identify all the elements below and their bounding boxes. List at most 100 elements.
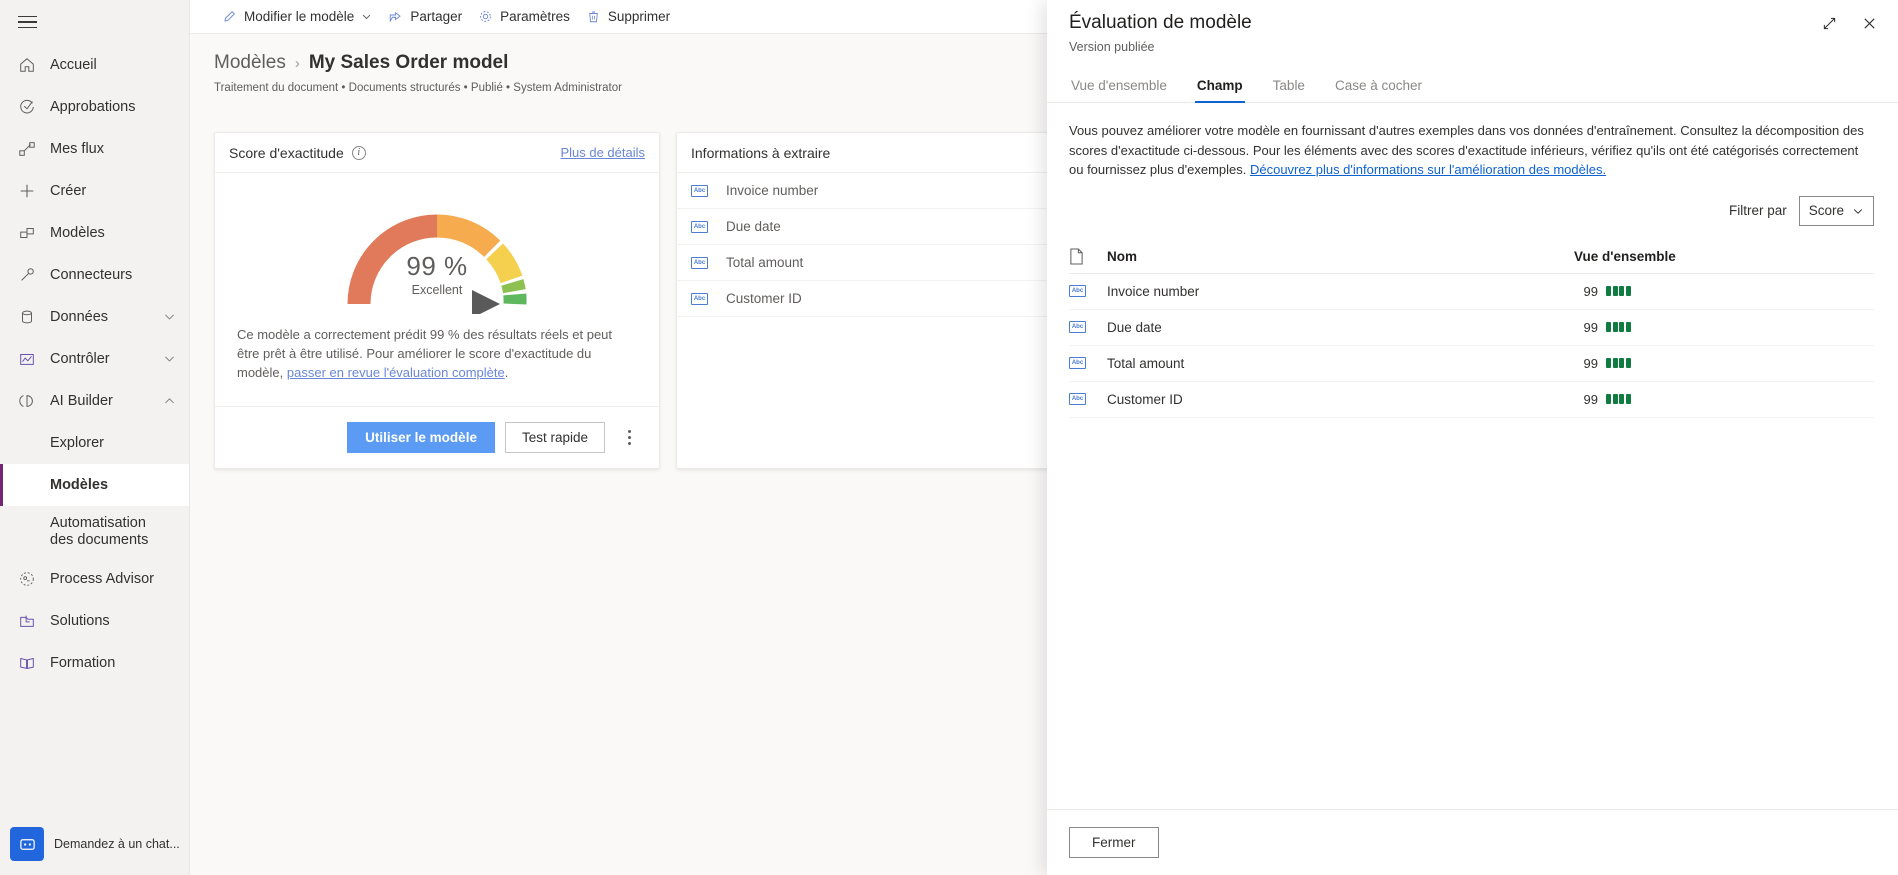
sidebar: Accueil Approbations Mes flux Créer Modè…	[0, 0, 190, 875]
share-icon	[388, 9, 403, 24]
accuracy-gauge: 99 % Excellent	[215, 173, 659, 314]
command-label: Supprimer	[607, 9, 671, 24]
sidebar-item-label: Modèles	[50, 225, 105, 241]
abc-text-field-icon: Abc	[1069, 357, 1107, 369]
extract-field-label: Customer ID	[726, 291, 802, 306]
sidebar-item-label: Créer	[50, 183, 87, 199]
sidebar-item-modeles[interactable]: Modèles	[0, 212, 189, 254]
close-button[interactable]: Fermer	[1069, 827, 1159, 858]
sidebar-item-solutions[interactable]: Solutions	[0, 600, 189, 642]
chevron-down-icon	[361, 11, 372, 22]
sidebar-item-controler[interactable]: Contrôler	[0, 338, 189, 380]
abc-text-field-icon: Abc	[691, 256, 708, 269]
sidebar-item-approbations[interactable]: Approbations	[0, 86, 189, 128]
column-header-overview: Vue d'ensemble	[1574, 248, 1676, 264]
sidebar-item-mes-flux[interactable]: Mes flux	[0, 128, 189, 170]
sidebar-subitem-label: Modèles	[50, 477, 109, 493]
learning-icon	[16, 653, 38, 673]
tab-table[interactable]: Table	[1271, 68, 1307, 102]
document-icon	[1069, 247, 1107, 265]
row-field-name: Invoice number	[1107, 283, 1200, 299]
panel-description: Vous pouvez améliorer votre modèle en fo…	[1047, 103, 1898, 180]
home-icon	[16, 55, 38, 75]
command-partager[interactable]: Partager	[380, 0, 470, 34]
filter-row: Filtrer par Score	[1047, 180, 1898, 226]
command-parametres[interactable]: Paramètres	[470, 0, 578, 34]
close-icon[interactable]	[1854, 8, 1884, 38]
sidebar-subitem-automatisation-des-documents[interactable]: Automatisation des documents	[0, 506, 189, 558]
sidebar-subitem-modeles[interactable]: Modèles	[0, 464, 189, 506]
quick-test-button[interactable]: Test rapide	[504, 422, 605, 453]
filter-selected-value: Score	[1808, 203, 1844, 218]
accuracy-more-details-link[interactable]: Plus de détails	[560, 145, 645, 160]
breadcrumb-separator: ›	[294, 54, 300, 72]
sidebar-item-label: Données	[50, 309, 109, 325]
sidebar-item-formation[interactable]: Formation	[0, 642, 189, 684]
row-score-cell: 99	[1574, 284, 1874, 299]
chevron-down-icon	[163, 352, 177, 366]
sidebar-item-process-advisor[interactable]: Process Advisor	[0, 558, 189, 600]
table-row[interactable]: Abc Customer ID 99	[1069, 382, 1874, 418]
chevron-up-icon	[163, 394, 177, 408]
table-row[interactable]: Abc Total amount 99	[1069, 346, 1874, 382]
monitor-icon	[16, 349, 38, 369]
accuracy-review-link[interactable]: passer en revue l'évaluation complète	[287, 365, 505, 380]
breadcrumb-parent[interactable]: Modèles	[214, 52, 286, 74]
abc-text-field-icon: Abc	[691, 292, 708, 305]
score-bar-indicator	[1606, 358, 1631, 368]
extract-field-label: Invoice number	[726, 183, 819, 198]
sidebar-item-label: Solutions	[50, 613, 110, 629]
gauge-center-value: 99 % Excellent	[215, 251, 659, 297]
table-row[interactable]: Abc Due date 99	[1069, 310, 1874, 346]
tab-label: Table	[1272, 78, 1305, 93]
command-modifier-le-modele[interactable]: Modifier le modèle	[214, 0, 380, 34]
score-bar-indicator	[1606, 286, 1631, 296]
accuracy-score-card: Score d'exactitude i Plus de détails 99 …	[214, 132, 660, 469]
accuracy-card-header: Score d'exactitude i Plus de détails	[215, 133, 659, 173]
data-icon	[16, 307, 38, 327]
abc-text-field-icon: Abc	[1069, 321, 1107, 333]
model-evaluation-panel: Évaluation de modèle Version publiée Vue…	[1047, 0, 1898, 875]
abc-text-field-icon: Abc	[1069, 393, 1107, 405]
solutions-icon	[16, 611, 38, 631]
score-bar-indicator	[1606, 394, 1631, 404]
expand-icon[interactable]	[1814, 8, 1844, 38]
panel-title: Évaluation de modèle	[1069, 12, 1252, 33]
command-label: Paramètres	[500, 9, 570, 24]
abc-text-field-icon: Abc	[691, 184, 708, 197]
chatbot-launcher[interactable]: Demandez à un chat...	[0, 827, 190, 861]
sidebar-item-creer[interactable]: Créer	[0, 170, 189, 212]
use-model-button[interactable]: Utiliser le modèle	[347, 422, 495, 453]
info-icon[interactable]: i	[351, 145, 366, 160]
abc-text-field-icon: Abc	[691, 220, 708, 233]
pencil-icon	[222, 9, 237, 24]
evaluation-table: Nom Vue d'ensemble Abc Invoice number 99…	[1047, 240, 1898, 418]
process-advisor-icon	[16, 569, 38, 589]
column-header-name: Nom	[1107, 248, 1137, 264]
hamburger-menu-button[interactable]	[0, 0, 189, 44]
row-field-name: Customer ID	[1107, 391, 1183, 407]
sidebar-item-donnees[interactable]: Données	[0, 296, 189, 338]
tab-champ[interactable]: Champ	[1194, 68, 1245, 103]
panel-header-actions	[1814, 8, 1884, 38]
accuracy-card-title: Score d'exactitude	[229, 144, 344, 161]
extract-field-label: Total amount	[726, 255, 804, 270]
chatbot-label: Demandez à un chat...	[54, 837, 180, 851]
command-supprimer[interactable]: Supprimer	[578, 0, 678, 34]
sidebar-item-accueil[interactable]: Accueil	[0, 44, 189, 86]
tab-vue-d-ensemble[interactable]: Vue d'ensemble	[1069, 68, 1169, 102]
tab-case-a-cocher[interactable]: Case à cocher	[1333, 68, 1424, 102]
table-row[interactable]: Abc Invoice number 99	[1069, 274, 1874, 310]
row-score-value: 99	[1583, 283, 1598, 299]
gauge-quality-label: Excellent	[411, 283, 463, 297]
row-score-cell: 99	[1574, 392, 1874, 407]
sidebar-subitem-label: Automatisation des documents	[50, 515, 149, 548]
panel-learn-more-link[interactable]: Découvrez plus d'informations sur l'amél…	[1250, 162, 1606, 177]
sidebar-item-label: Accueil	[50, 57, 97, 73]
row-score-value: 99	[1583, 319, 1598, 335]
filter-select[interactable]: Score	[1798, 195, 1874, 226]
kebab-menu-icon[interactable]	[615, 422, 643, 453]
sidebar-item-ai-builder[interactable]: AI Builder	[0, 380, 189, 422]
sidebar-item-connecteurs[interactable]: Connecteurs	[0, 254, 189, 296]
sidebar-subitem-explorer[interactable]: Explorer	[0, 422, 189, 464]
